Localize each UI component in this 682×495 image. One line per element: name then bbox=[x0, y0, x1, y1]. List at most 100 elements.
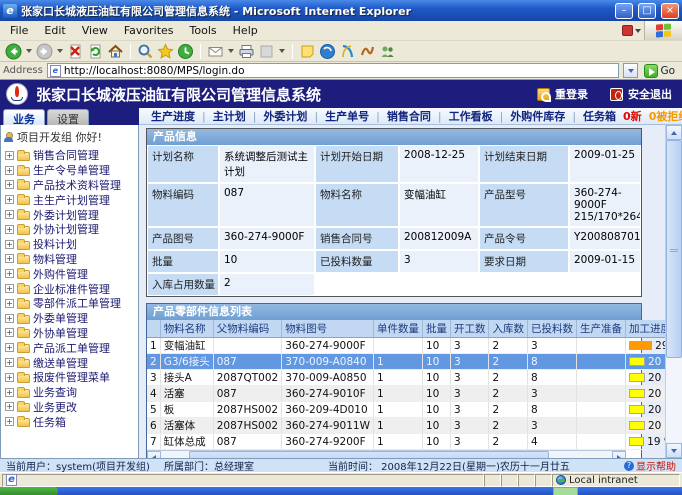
h-scroll-thumb[interactable] bbox=[189, 451, 549, 458]
sidebar-item[interactable]: +主生产计划管理 bbox=[1, 192, 138, 207]
expand-icon[interactable]: + bbox=[5, 358, 14, 367]
menu-extra-icon[interactable] bbox=[618, 21, 644, 40]
tab-business[interactable]: 业务 bbox=[3, 109, 45, 125]
stop-button[interactable] bbox=[67, 43, 84, 60]
page-scroll-thumb[interactable] bbox=[666, 140, 682, 358]
taskbar-item[interactable] bbox=[553, 487, 578, 495]
expand-icon[interactable]: + bbox=[5, 314, 14, 323]
sidebar-item[interactable]: +物料管理 bbox=[1, 252, 138, 267]
show-help-link[interactable]: ? 显示帮助 bbox=[624, 458, 676, 472]
expand-icon[interactable]: + bbox=[5, 402, 14, 411]
menu-edit[interactable]: Edit bbox=[36, 21, 73, 40]
menu-favorites[interactable]: Favorites bbox=[116, 21, 182, 40]
nav-item-6[interactable]: 工作看板 bbox=[449, 108, 493, 124]
sidebar-item[interactable]: +任务箱 bbox=[1, 414, 138, 429]
go-button[interactable]: Go bbox=[642, 64, 679, 78]
expand-icon[interactable]: + bbox=[5, 269, 14, 278]
menu-help[interactable]: Help bbox=[225, 21, 266, 40]
address-dropdown[interactable] bbox=[623, 63, 638, 78]
contacts-icon[interactable] bbox=[379, 43, 396, 60]
forward-button[interactable] bbox=[36, 43, 53, 60]
back-button[interactable] bbox=[5, 43, 22, 60]
history-icon[interactable] bbox=[177, 43, 194, 60]
parts-row[interactable]: 5板2087HS002360-209-4D01011032820 % bbox=[147, 402, 665, 418]
expand-icon[interactable]: + bbox=[5, 210, 14, 219]
nav-item-1[interactable]: 生产进度 bbox=[151, 108, 195, 124]
nav-item-5[interactable]: 销售合同 bbox=[387, 108, 431, 124]
edit-dropdown[interactable] bbox=[279, 49, 285, 53]
nav-item-3[interactable]: 外委计划 bbox=[263, 108, 307, 124]
sidebar-item[interactable]: +业务更改 bbox=[1, 400, 138, 415]
expand-icon[interactable]: + bbox=[5, 284, 14, 293]
edit-icon[interactable] bbox=[258, 43, 275, 60]
menu-file[interactable]: File bbox=[2, 21, 36, 40]
page-scroll-up[interactable] bbox=[666, 125, 682, 140]
parts-row[interactable]: 7缸体总成087360-274-9200F11032419 % bbox=[147, 434, 665, 450]
sidebar-item[interactable]: +零部件派工单管理 bbox=[1, 296, 138, 311]
expand-icon[interactable]: + bbox=[5, 373, 14, 382]
expand-icon[interactable]: + bbox=[5, 180, 14, 189]
sidebar-item[interactable]: +企业标准件管理 bbox=[1, 281, 138, 296]
parts-row[interactable]: 2G3/6接头087370-009-A084011032820 % bbox=[147, 354, 665, 370]
relogin-button[interactable]: 重登录 bbox=[537, 86, 588, 102]
expand-icon[interactable]: + bbox=[5, 225, 14, 234]
expand-icon[interactable]: + bbox=[5, 328, 14, 337]
page-scrollbar[interactable] bbox=[665, 125, 682, 458]
scroll-left-button[interactable] bbox=[147, 451, 161, 458]
sidebar-item[interactable]: +销售合同管理 bbox=[1, 148, 138, 163]
sidebar-item[interactable]: +外委计划管理 bbox=[1, 207, 138, 222]
sidebar-item[interactable]: +外购件管理 bbox=[1, 266, 138, 281]
messenger-icon[interactable] bbox=[319, 43, 336, 60]
expand-icon[interactable]: + bbox=[5, 417, 14, 426]
sidebar-item[interactable]: +生产令号单管理 bbox=[1, 163, 138, 178]
sidebar-item[interactable]: +产品技术资料管理 bbox=[1, 178, 138, 193]
mail-dropdown[interactable] bbox=[228, 49, 234, 53]
sidebar-item[interactable]: +外协单管理 bbox=[1, 326, 138, 341]
sidebar-item[interactable]: +缴送单管理 bbox=[1, 355, 138, 370]
expand-icon[interactable]: + bbox=[5, 388, 14, 397]
nav-item-2[interactable]: 主计划 bbox=[213, 108, 246, 124]
parts-row[interactable]: 6活塞体2087HS002360-274-9011W11032320 % bbox=[147, 418, 665, 434]
refresh-button[interactable] bbox=[87, 43, 104, 60]
maximize-button[interactable]: □ bbox=[638, 3, 656, 19]
start-button[interactable] bbox=[0, 487, 58, 495]
sidebar-item[interactable]: +报废件管理菜单 bbox=[1, 370, 138, 385]
expand-icon[interactable]: + bbox=[5, 240, 14, 249]
notes-icon[interactable] bbox=[299, 43, 316, 60]
sidebar-item[interactable]: +投料计划 bbox=[1, 237, 138, 252]
sidebar-item[interactable]: +业务查询 bbox=[1, 385, 138, 400]
search-icon[interactable] bbox=[137, 43, 154, 60]
expand-icon[interactable]: + bbox=[5, 299, 14, 308]
favorites-icon[interactable] bbox=[157, 43, 174, 60]
parts-row[interactable]: 4活塞087360-274-9010F11032320 % bbox=[147, 386, 665, 402]
parts-row[interactable]: 1变幅油缸360-274-9000F1032329 % bbox=[147, 338, 665, 354]
expand-icon[interactable]: + bbox=[5, 343, 14, 352]
parts-row[interactable]: 3接头A2087QT002370-009-A085011032820 % bbox=[147, 370, 665, 386]
nav-item-8[interactable]: 任务箱 bbox=[583, 108, 616, 124]
nav-item-4[interactable]: 生产单号 bbox=[325, 108, 369, 124]
scroll-right-button[interactable] bbox=[612, 451, 626, 458]
back-dropdown[interactable] bbox=[26, 49, 32, 53]
expand-icon[interactable]: + bbox=[5, 254, 14, 263]
mail-icon[interactable] bbox=[207, 43, 224, 60]
parts-horizontal-scrollbar[interactable] bbox=[147, 450, 626, 458]
sidebar-item[interactable]: +外委单管理 bbox=[1, 311, 138, 326]
expand-icon[interactable]: + bbox=[5, 151, 14, 160]
sidebar-item[interactable]: +产品派工单管理 bbox=[1, 340, 138, 355]
forward-dropdown[interactable] bbox=[57, 49, 63, 53]
media-icon[interactable] bbox=[339, 43, 356, 60]
page-scroll-down[interactable] bbox=[666, 443, 682, 458]
menu-tools[interactable]: Tools bbox=[182, 21, 225, 40]
expand-icon[interactable]: + bbox=[5, 166, 14, 175]
minimize-button[interactable]: – bbox=[615, 3, 633, 19]
logout-button[interactable]: 安全退出 bbox=[610, 86, 672, 102]
print-icon[interactable] bbox=[238, 43, 255, 60]
nav-item-7[interactable]: 外购件库存 bbox=[510, 108, 565, 124]
close-button[interactable]: × bbox=[661, 3, 679, 19]
expand-icon[interactable]: + bbox=[5, 195, 14, 204]
menu-view[interactable]: View bbox=[74, 21, 116, 40]
msn-icon[interactable] bbox=[359, 43, 376, 60]
tab-settings[interactable]: 设置 bbox=[47, 109, 89, 125]
home-button[interactable] bbox=[107, 43, 124, 60]
address-input[interactable]: e http://localhost:8080/MPS/login.do bbox=[47, 63, 620, 78]
